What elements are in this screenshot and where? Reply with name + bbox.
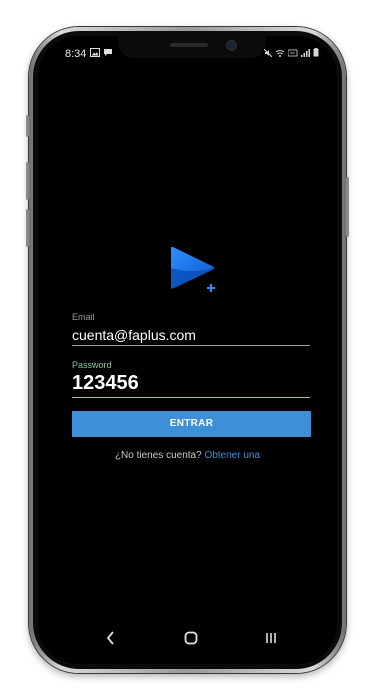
signup-link[interactable]: Obtener una <box>204 450 260 461</box>
battery-icon <box>313 48 319 57</box>
volume-up-button <box>26 162 29 200</box>
phone-frame: 8:34 Email cuenta@faplus.com Password 12… <box>26 27 349 673</box>
chat-icon <box>104 49 112 56</box>
status-bar: 8:34 <box>38 36 337 64</box>
signal-icon <box>301 49 311 57</box>
screen: 8:34 Email cuenta@faplus.com Password 12… <box>38 36 337 664</box>
wifi-icon <box>275 50 285 57</box>
status-icons <box>263 48 319 59</box>
home-icon[interactable] <box>179 626 203 650</box>
volume-down-button <box>26 209 29 247</box>
email-label: Email <box>72 312 95 322</box>
signup-prompt: ¿No tienes cuenta? Obtener una <box>38 450 337 461</box>
status-time: 8:34 <box>65 48 87 60</box>
image-icon <box>90 48 100 57</box>
recents-icon[interactable] <box>259 626 283 650</box>
password-input[interactable]: 123456 <box>72 372 310 398</box>
mute-icon <box>263 48 273 58</box>
signup-prompt-text: ¿No tienes cuenta? <box>114 450 202 461</box>
login-button[interactable]: ENTRAR <box>72 411 311 437</box>
email-input[interactable]: cuenta@faplus.com <box>72 327 310 346</box>
password-label: Password <box>72 360 112 370</box>
volume-button <box>26 115 29 137</box>
lte-icon <box>287 49 298 57</box>
back-icon[interactable] <box>99 626 123 650</box>
navigation-bar <box>38 626 337 650</box>
phone-bezel: 8:34 Email cuenta@faplus.com Password 12… <box>33 31 342 669</box>
power-button <box>346 177 349 237</box>
app-logo-icon <box>171 246 215 292</box>
